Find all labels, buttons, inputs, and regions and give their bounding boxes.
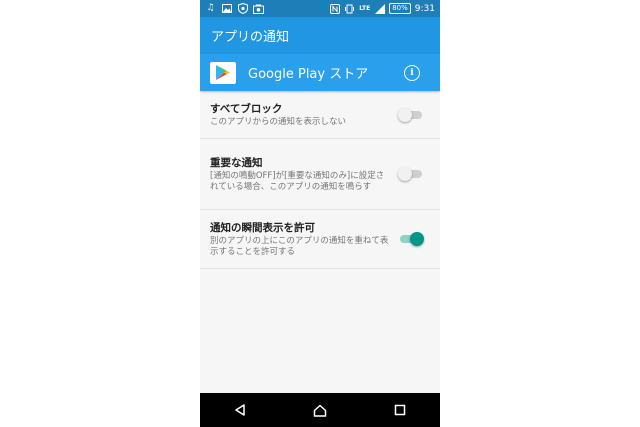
- phone-screen: ♫ LTE 80% 9:31 アプリの通知 Google Play ストア i …: [200, 0, 440, 427]
- back-icon[interactable]: [225, 395, 255, 425]
- camera-icon: [253, 3, 264, 14]
- nfc-icon: [329, 3, 340, 14]
- vibrate-icon: [344, 3, 355, 14]
- app-header: Google Play ストア i: [200, 54, 440, 91]
- setting-important-notifications[interactable]: 重要な通知 [通知の鳴動OFF]が[重要な通知のみ]に設定されている場合、このア…: [200, 139, 440, 210]
- google-play-logo-icon: [210, 61, 236, 84]
- signal-icon: [374, 3, 385, 14]
- setting-subtitle: 別のアプリの上にこのアプリの通知を重ねて表示することを許可する: [210, 235, 389, 257]
- home-icon[interactable]: [305, 395, 335, 425]
- app-name: Google Play ストア: [248, 67, 369, 82]
- lte-label: LTE: [359, 5, 371, 12]
- important-notifications-toggle[interactable]: [398, 167, 422, 181]
- setting-peek-notifications[interactable]: 通知の瞬間表示を許可 別のアプリの上にこのアプリの通知を重ねて表示することを許可…: [200, 210, 440, 269]
- page-title: アプリの通知: [211, 30, 290, 45]
- peek-notifications-toggle[interactable]: [400, 232, 424, 246]
- navigation-bar: [200, 393, 440, 427]
- app-bar: アプリの通知: [200, 17, 440, 54]
- recents-icon[interactable]: [385, 395, 415, 425]
- setting-title: 通知の瞬間表示を許可: [210, 221, 315, 234]
- image-icon: [221, 3, 232, 14]
- music-note-icon: ♫: [206, 3, 215, 13]
- setting-block-all[interactable]: すべてブロック このアプリからの通知を表示しない: [200, 91, 440, 139]
- info-icon[interactable]: i: [404, 64, 420, 81]
- setting-subtitle: このアプリからの通知を表示しない: [210, 116, 347, 127]
- battery-indicator: 80%: [389, 3, 411, 14]
- setting-title: 重要な通知: [210, 156, 263, 169]
- block-all-toggle[interactable]: [398, 107, 422, 122]
- clock: 9:31: [414, 3, 435, 14]
- setting-subtitle: [通知の鳴動OFF]が[重要な通知のみ]に設定されている場合、このアプリの通知を…: [210, 170, 385, 192]
- status-bar: ♫ LTE 80% 9:31: [200, 0, 440, 17]
- setting-title: すべてブロック: [210, 102, 283, 115]
- shield-icon: [237, 3, 248, 14]
